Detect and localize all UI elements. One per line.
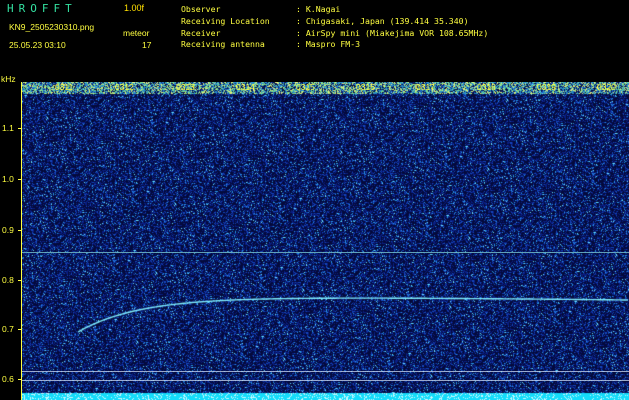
y-tick-label: 0.6: [2, 374, 14, 384]
spectrogram-canvas: [22, 82, 629, 400]
filename-label: KN9_2505230310.png: [9, 22, 95, 32]
reference-line-upper: [22, 252, 629, 253]
info-location-label: Receiving Location: [181, 16, 270, 26]
y-tick: [18, 379, 22, 380]
info-observer-value: : K.Nagai: [296, 4, 341, 14]
reference-line-lower-1: [22, 371, 629, 372]
info-observer-label: Observer: [181, 4, 221, 14]
y-tick: [18, 128, 22, 129]
y-axis-unit: kHz: [1, 74, 16, 84]
time-mark: 0312: [115, 82, 134, 92]
time-mark: 0319: [537, 82, 556, 92]
version-label: 1.00f: [124, 3, 145, 13]
time-mark: 0317: [416, 82, 435, 92]
y-tick-label: 0.8: [2, 275, 14, 285]
time-mark: 0315: [296, 82, 315, 92]
reference-line-lower-2: [22, 380, 629, 381]
info-antenna-label: Receiving antenna: [181, 39, 265, 49]
meteor-label: meteor: [123, 28, 150, 38]
y-tick-label: 0.9: [2, 225, 14, 235]
hrofft-window: HROFFT 1.00f KN9_2505230310.png meteor 2…: [0, 0, 629, 400]
y-tick-label: 1.0: [2, 174, 14, 184]
brand-title: HROFFT: [7, 2, 77, 15]
y-tick: [18, 230, 22, 231]
time-mark: 0314: [236, 82, 255, 92]
time-mark: 0316: [356, 82, 375, 92]
y-tick-label: 1.1: [2, 123, 14, 133]
y-tick: [18, 329, 22, 330]
time-mark: 0311: [55, 82, 74, 92]
time-mark: 0320: [597, 82, 616, 92]
timestamp-label: 25.05.23 03:10: [9, 40, 66, 50]
meteor-count: 17: [142, 40, 152, 50]
y-tick-label: 0.7: [2, 324, 14, 334]
info-receiver-label: Receiver: [181, 28, 221, 38]
time-mark: 0318: [477, 82, 496, 92]
info-receiver-value: : AirSpy mini (Miakejima VOR 108.65MHz): [296, 28, 489, 38]
y-tick: [18, 280, 22, 281]
y-axis: [21, 82, 22, 400]
info-location-value: : Chigasaki, Japan (139.414 35.340): [296, 16, 469, 26]
y-tick: [18, 179, 22, 180]
info-antenna-value: : Maspro FM-3: [296, 39, 361, 49]
time-mark: 0313: [176, 82, 195, 92]
